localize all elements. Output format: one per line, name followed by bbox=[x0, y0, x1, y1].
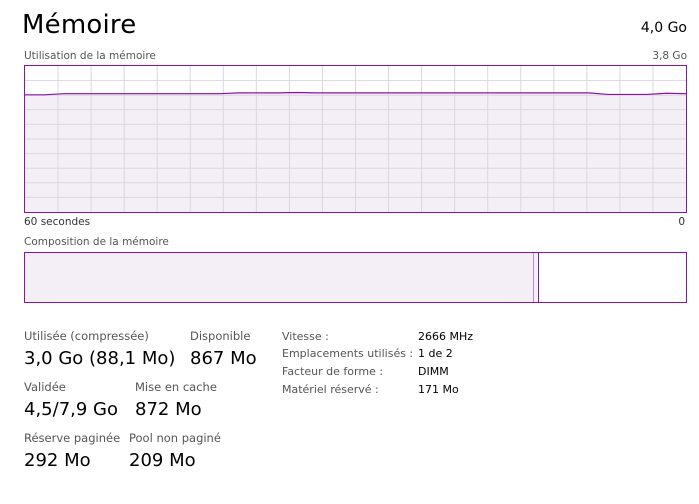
composition-standby-segment[interactable] bbox=[539, 253, 685, 302]
available-label: Disponible bbox=[190, 329, 251, 343]
paged-pool-label: Réserve paginée bbox=[24, 431, 121, 445]
total-memory: 4,0 Go bbox=[640, 20, 687, 36]
paged-pool-value: 292 Mo bbox=[24, 450, 91, 471]
reserved-value: 171 Mo bbox=[418, 383, 459, 396]
used-label: Utilisée (compressée) bbox=[24, 329, 149, 343]
nonpaged-pool-value: 209 Mo bbox=[129, 450, 196, 471]
form-factor-value: DIMM bbox=[418, 365, 449, 378]
memory-usage-label: Utilisation de la mémoire bbox=[24, 50, 156, 62]
memory-usage-graph bbox=[24, 65, 687, 213]
memory-composition-label: Composition de la mémoire bbox=[24, 236, 169, 248]
memory-usage-chart bbox=[25, 66, 686, 212]
page-title: Mémoire bbox=[22, 10, 137, 40]
nonpaged-pool-label: Pool non paginé bbox=[129, 431, 221, 445]
memory-composition-bar[interactable] bbox=[24, 252, 687, 303]
speed-label: Vitesse : bbox=[282, 330, 329, 343]
form-factor-label: Facteur de forme : bbox=[282, 365, 384, 378]
speed-value: 2666 MHz bbox=[418, 330, 474, 343]
composition-in-use-segment[interactable] bbox=[25, 253, 534, 302]
available-value: 867 Mo bbox=[190, 348, 257, 369]
slots-value: 1 de 2 bbox=[418, 347, 453, 360]
memory-usage-max: 3,8 Go bbox=[652, 50, 687, 62]
graph-time-start: 60 secondes bbox=[24, 216, 91, 228]
composition-free-segment[interactable] bbox=[684, 253, 686, 302]
cached-value: 872 Mo bbox=[135, 399, 202, 420]
used-value: 3,0 Go (88,1 Mo) bbox=[24, 348, 176, 369]
cached-label: Mise en cache bbox=[135, 380, 217, 394]
committed-label: Validée bbox=[24, 380, 66, 394]
slots-label: Emplacements utilisés : bbox=[282, 347, 414, 360]
committed-value: 4,5/7,9 Go bbox=[24, 399, 118, 420]
graph-time-end: 0 bbox=[678, 216, 685, 228]
reserved-label: Matériel réservé : bbox=[282, 383, 379, 396]
